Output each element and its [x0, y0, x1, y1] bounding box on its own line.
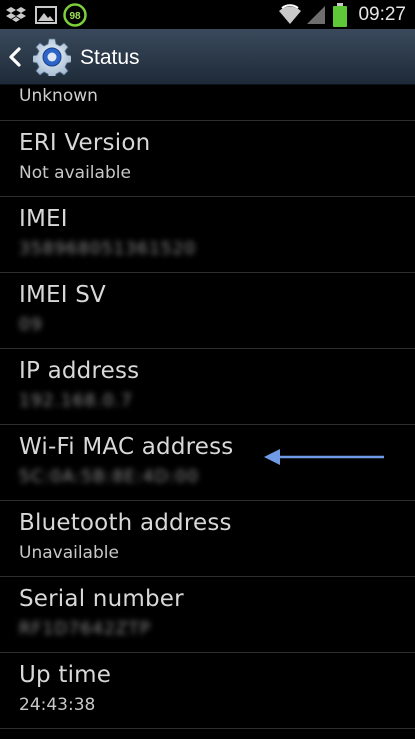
annotation-arrow-icon	[264, 449, 384, 465]
status-list: Unknown ERI Version Not available IMEI 3…	[0, 84, 415, 729]
list-item-bluetooth-address[interactable]: Bluetooth address Unavailable	[0, 501, 415, 577]
list-item-partial[interactable]: Unknown	[0, 84, 415, 121]
list-item-imei-sv[interactable]: IMEI SV 09	[0, 273, 415, 349]
settings-gear-icon	[31, 38, 73, 80]
list-item-label: Bluetooth address	[19, 510, 232, 536]
list-item-label: IMEI	[19, 206, 68, 232]
list-item-ip-address[interactable]: IP address 192.168.0.7	[0, 349, 415, 425]
list-item-imei[interactable]: IMEI 358968051361520	[0, 197, 415, 273]
list-item-label: IMEI SV	[19, 282, 106, 308]
list-item-eri-version[interactable]: ERI Version Not available	[0, 121, 415, 197]
list-item-sub: Unavailable	[19, 543, 119, 563]
signal-icon	[305, 0, 327, 29]
status-time: 09:27	[358, 4, 406, 25]
list-item-sub: 5C:0A:5B:8E:4D:00	[19, 467, 200, 487]
list-item-label: IP address	[19, 358, 140, 384]
status-bar: 98 09:27	[0, 0, 415, 29]
list-item-sub: 24:43:38	[19, 695, 96, 715]
gallery-icon	[34, 0, 58, 29]
list-item-label: Up time	[19, 662, 112, 688]
notification-badge-icon: 98	[62, 0, 88, 29]
page-title: Status	[80, 46, 140, 69]
list-item-up-time[interactable]: Up time 24:43:38	[0, 653, 415, 729]
battery-icon	[331, 0, 349, 29]
list-item-sub: Not available	[19, 163, 131, 183]
wifi-icon	[276, 0, 304, 29]
list-item-serial-number[interactable]: Serial number RF1D7642ZTP	[0, 577, 415, 653]
list-item-label: Wi-Fi MAC address	[19, 434, 234, 460]
chevron-left-icon	[9, 46, 21, 67]
action-bar: Status	[0, 29, 415, 85]
list-item-label: ERI Version	[19, 130, 151, 156]
list-item-sub: 358968051361520	[19, 239, 197, 259]
svg-text:98: 98	[69, 11, 81, 22]
list-item-sub: Unknown	[19, 86, 98, 106]
dropbox-icon	[5, 0, 27, 29]
list-item-sub: RF1D7642ZTP	[19, 619, 152, 639]
list-item-label: Serial number	[19, 586, 184, 612]
list-item-sub: 192.168.0.7	[19, 391, 133, 411]
list-item-sub: 09	[19, 315, 43, 335]
back-button[interactable]	[4, 29, 26, 84]
